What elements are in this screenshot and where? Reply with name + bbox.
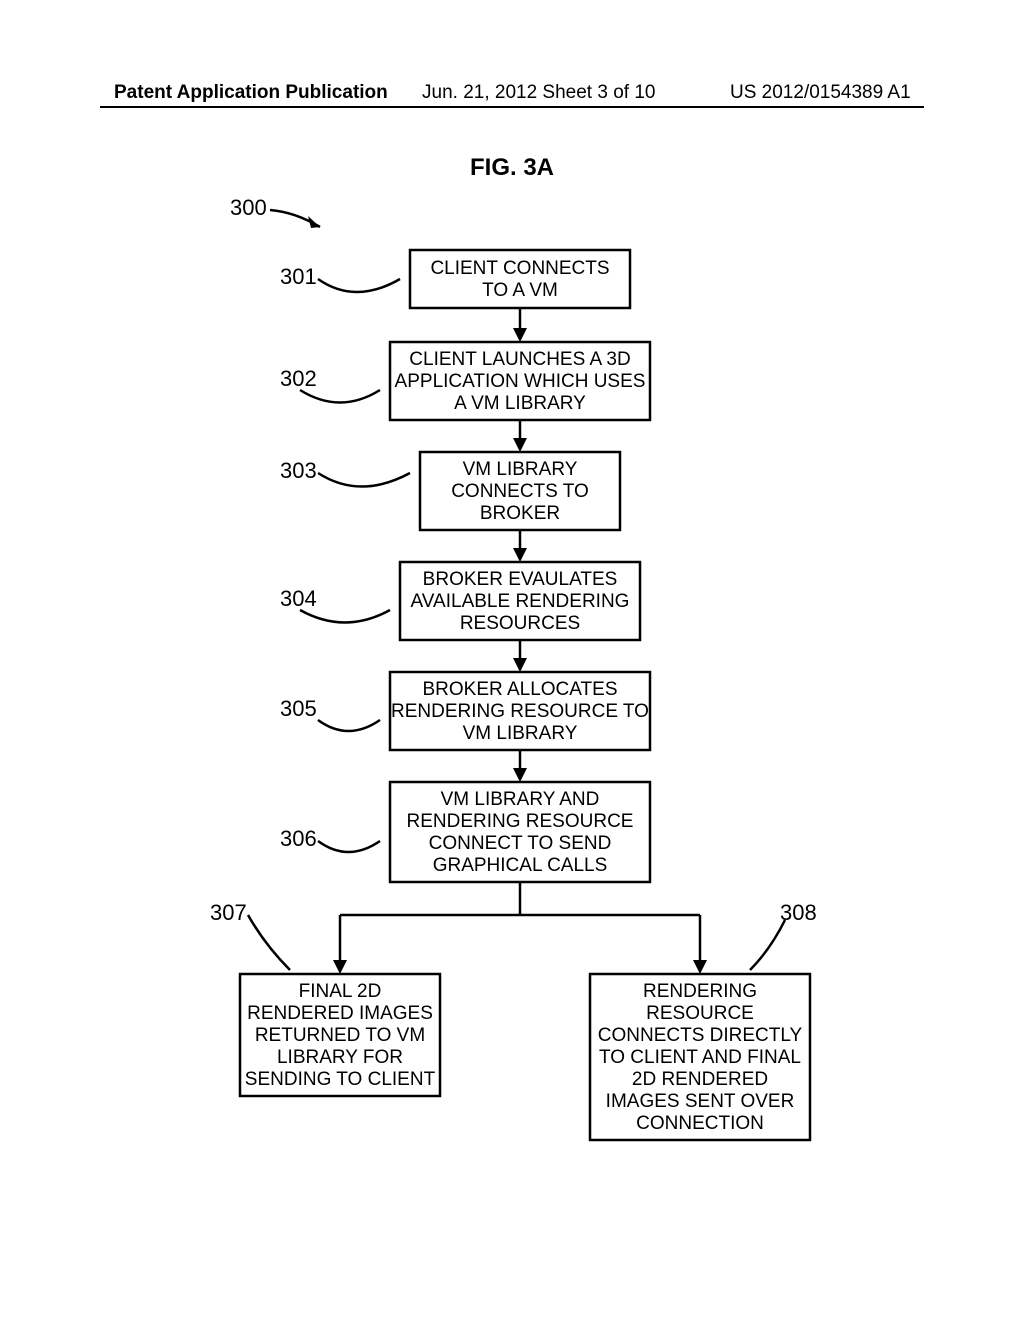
node-306-leader <box>318 841 380 852</box>
node-303-leader <box>318 473 410 487</box>
node-308-line4: TO CLIENT AND FINAL <box>599 1047 801 1068</box>
node-308-line5: 2D RENDERED <box>632 1069 768 1090</box>
edge-303-304-arrow <box>513 548 527 562</box>
node-301-num: 301 <box>280 264 317 289</box>
node-303-line3: BROKER <box>480 503 560 524</box>
header-left: Patent Application Publication <box>114 82 388 104</box>
node-302-line2: APPLICATION WHICH USES <box>395 371 646 392</box>
node-306-line2: RENDERING RESOURCE <box>407 811 634 832</box>
node-307-num: 307 <box>210 900 247 925</box>
node-303-num: 303 <box>280 458 317 483</box>
node-307-line3: RETURNED TO VM <box>255 1025 425 1046</box>
ref-300-label: 300 <box>230 195 267 220</box>
node-305-line3: VM LIBRARY <box>463 723 578 744</box>
node-308-line6: IMAGES SENT OVER <box>606 1091 795 1112</box>
node-301-line2: TO A VM <box>482 280 558 301</box>
node-302-line1: CLIENT LAUNCHES A 3D <box>409 349 630 370</box>
flowchart-diagram: 300 CLIENT CONNECTS TO A VM 301 CLIENT L… <box>100 190 924 1270</box>
edge-305-306-arrow <box>513 768 527 782</box>
node-306-line1: VM LIBRARY AND <box>441 789 600 810</box>
node-303-line1: VM LIBRARY <box>463 459 578 480</box>
node-305-line2: RENDERING RESOURCE TO <box>391 701 649 722</box>
node-301-leader <box>318 279 400 292</box>
node-302-num: 302 <box>280 366 317 391</box>
edge-304-305-arrow <box>513 658 527 672</box>
header-rule <box>100 106 924 108</box>
node-308-line7: CONNECTION <box>636 1113 764 1134</box>
node-308-leader <box>750 920 785 970</box>
node-308-line2: RESOURCE <box>646 1003 754 1024</box>
node-307-line5: SENDING TO CLIENT <box>245 1069 436 1090</box>
node-307-line2: RENDERED IMAGES <box>247 1003 433 1024</box>
edge-302-303-arrow <box>513 438 527 452</box>
node-307-line4: LIBRARY FOR <box>277 1047 403 1068</box>
ref-300-arrowhead <box>308 216 320 228</box>
node-302-line3: A VM LIBRARY <box>454 393 586 414</box>
node-308-line3: CONNECTS DIRECTLY <box>598 1025 803 1046</box>
node-308-line1: RENDERING <box>643 981 757 1002</box>
edge-301-302-arrow <box>513 328 527 342</box>
node-305-line1: BROKER ALLOCATES <box>423 679 618 700</box>
node-304-line2: AVAILABLE RENDERING <box>411 591 630 612</box>
edge-306-307-arrow <box>333 960 347 974</box>
node-307-line1: FINAL 2D <box>299 981 382 1002</box>
node-304-num: 304 <box>280 586 317 611</box>
edge-306-308-arrow <box>693 960 707 974</box>
node-305-leader <box>318 720 380 731</box>
node-301-line1: CLIENT CONNECTS <box>430 258 609 279</box>
node-302-leader <box>300 390 380 403</box>
node-304-leader <box>300 610 390 623</box>
node-305-num: 305 <box>280 696 317 721</box>
node-303-line2: CONNECTS TO <box>451 481 589 502</box>
node-306-line4: GRAPHICAL CALLS <box>433 855 608 876</box>
node-304-line1: BROKER EVAULATES <box>423 569 618 590</box>
node-306-line3: CONNECT TO SEND <box>429 833 612 854</box>
header-right: US 2012/0154389 A1 <box>730 82 911 104</box>
node-307-leader <box>248 915 290 970</box>
figure-title: FIG. 3A <box>0 154 1024 182</box>
node-306-num: 306 <box>280 826 317 851</box>
node-304-line3: RESOURCES <box>460 613 580 634</box>
header-center: Jun. 21, 2012 Sheet 3 of 10 <box>422 82 655 104</box>
